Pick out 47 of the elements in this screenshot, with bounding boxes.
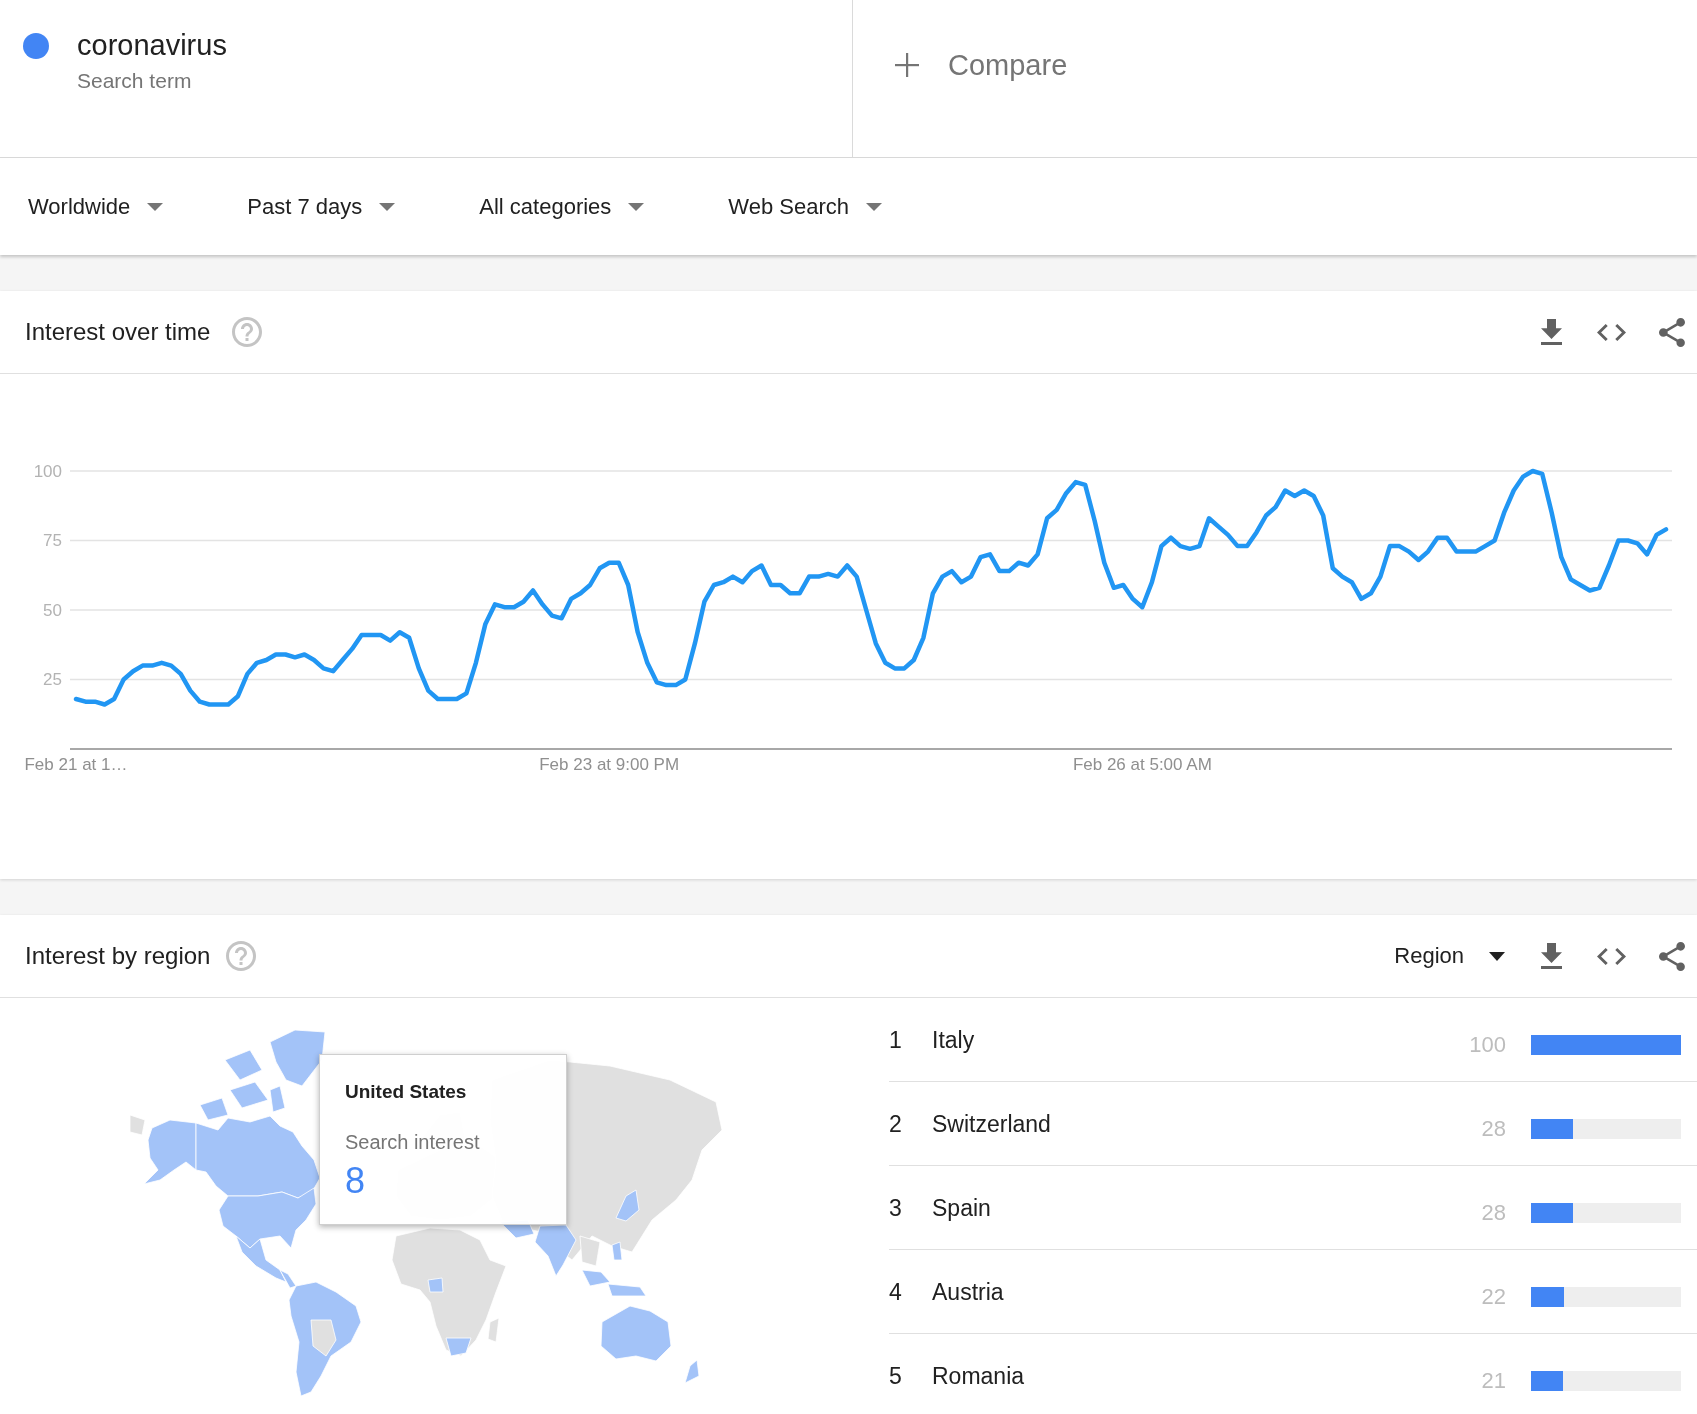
download-icon[interactable] — [1541, 943, 1562, 969]
region-name[interactable]: Italy — [932, 1025, 1470, 1054]
y-axis-label: 75 — [43, 531, 62, 550]
y-axis-label: 100 — [33, 461, 62, 481]
caret-icon — [379, 202, 396, 211]
share-icon[interactable] — [1659, 317, 1685, 347]
caret-icon — [628, 202, 645, 211]
region-name[interactable]: Switzerland — [932, 1109, 1482, 1138]
y-axis-label: 25 — [43, 670, 62, 689]
filter-dropdown[interactable]: All categories — [479, 192, 645, 221]
rank-number: 3 — [889, 1193, 903, 1222]
search-term-caption: Search term — [77, 68, 192, 94]
search-term[interactable]: coronavirus — [77, 28, 227, 62]
x-axis-label: Feb 23 at 9:00 PM — [539, 754, 680, 774]
embed-icon[interactable] — [1597, 323, 1626, 341]
plus-icon — [895, 53, 919, 77]
region-name[interactable]: Romania — [932, 1361, 1482, 1390]
region-name[interactable]: Austria — [932, 1277, 1482, 1306]
card-title: Interest over time — [25, 317, 211, 347]
filter-dropdown[interactable]: Web Search — [728, 192, 882, 221]
interest-value: 28 — [1481, 1199, 1506, 1226]
download-icon[interactable] — [1541, 319, 1562, 345]
tooltip-label: Search interest — [345, 1130, 480, 1155]
tooltip-value: 8 — [345, 1161, 366, 1201]
rank-number: 1 — [889, 1025, 903, 1054]
region-name[interactable]: Spain — [932, 1193, 1482, 1222]
tooltip-title: United States — [345, 1080, 467, 1104]
interest-value: 22 — [1481, 1283, 1506, 1310]
caret-icon — [1489, 951, 1505, 961]
embed-icon[interactable] — [1597, 947, 1626, 965]
compare-button[interactable]: Compare — [880, 36, 1083, 94]
card-title: Interest by region — [25, 941, 211, 971]
rank-number: 2 — [889, 1109, 903, 1138]
caret-icon — [147, 202, 164, 211]
filter-dropdown[interactable]: Worldwide — [28, 192, 164, 221]
rank-number: 4 — [889, 1277, 903, 1306]
rank-number: 5 — [889, 1361, 903, 1390]
caret-icon — [866, 202, 882, 211]
x-axis-label: Feb 21 at 1… — [24, 754, 128, 774]
x-axis-label: Feb 26 at 5:00 AM — [1072, 754, 1212, 774]
interest-value: 100 — [1469, 1031, 1506, 1058]
share-icon[interactable] — [1659, 941, 1685, 971]
y-axis-label: 50 — [43, 600, 62, 620]
interest-value: 28 — [1481, 1115, 1506, 1142]
interest-value: 21 — [1481, 1367, 1506, 1394]
resolution-dropdown[interactable]: Region — [1394, 942, 1505, 970]
filter-dropdown[interactable]: Past 7 days — [247, 192, 396, 221]
